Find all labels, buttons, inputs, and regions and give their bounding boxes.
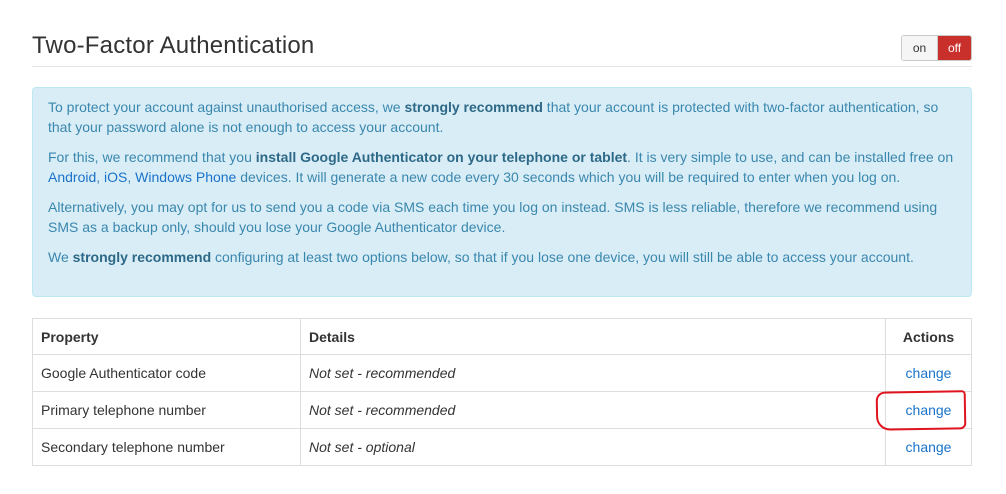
property-cell: Secondary telephone number xyxy=(32,428,301,466)
actions-cell: change xyxy=(885,354,972,392)
ios-link[interactable]: iOS xyxy=(104,169,127,185)
emphasis: install Google Authenticator on your tel… xyxy=(255,149,628,165)
toggle-off-button[interactable]: off xyxy=(938,36,971,60)
property-cell: Google Authenticator code xyxy=(32,354,301,392)
page-header: Two-Factor Authentication on off xyxy=(32,30,972,67)
change-secondary-phone-link[interactable]: change xyxy=(906,439,952,455)
table-header-row: Property Details Actions xyxy=(32,318,972,355)
alert-paragraph-2: For this, we recommend that you install … xyxy=(48,147,957,187)
table-row: Secondary telephone number Not set - opt… xyxy=(32,428,972,466)
text: To protect your account against unauthor… xyxy=(48,99,405,115)
android-link[interactable]: Android xyxy=(48,169,96,185)
text: devices. It will generate a new code eve… xyxy=(236,169,901,185)
table-row: Google Authenticator code Not set - reco… xyxy=(32,354,972,392)
text: , xyxy=(127,169,136,185)
windows-phone-link[interactable]: Windows Phone xyxy=(135,169,236,185)
header-actions: Actions xyxy=(885,318,972,355)
change-primary-phone-link[interactable]: change xyxy=(906,402,952,418)
two-factor-toggle[interactable]: on off xyxy=(901,35,972,61)
text: , xyxy=(96,169,105,185)
text: . It is very simple to use, and can be i… xyxy=(627,149,954,165)
text: For this, we recommend that you xyxy=(48,149,256,165)
properties-table: Property Details Actions Google Authenti… xyxy=(32,318,972,466)
change-authenticator-link[interactable]: change xyxy=(906,365,952,381)
details-cell: Not set - optional xyxy=(300,428,886,466)
page-title: Two-Factor Authentication xyxy=(32,32,315,59)
toggle-on-button[interactable]: on xyxy=(902,36,938,60)
details-cell: Not set - recommended xyxy=(300,354,886,392)
table-row: Primary telephone number Not set - recom… xyxy=(32,391,972,429)
info-alert: To protect your account against unauthor… xyxy=(32,87,972,297)
text: We xyxy=(48,249,73,265)
alert-paragraph-1: To protect your account against unauthor… xyxy=(48,97,957,137)
two-factor-page: Two-Factor Authentication on off To prot… xyxy=(0,0,1006,494)
emphasis: strongly recommend xyxy=(72,249,212,265)
emphasis: strongly recommend xyxy=(404,99,543,115)
property-cell: Primary telephone number xyxy=(32,391,301,429)
actions-cell: change xyxy=(885,428,972,466)
actions-cell: change xyxy=(885,391,972,429)
alert-paragraph-3: Alternatively, you may opt for us to sen… xyxy=(48,199,938,235)
header-details: Details xyxy=(300,318,886,355)
text: configuring at least two options below, … xyxy=(211,249,914,265)
header-property: Property xyxy=(32,318,301,355)
alert-paragraph-4: We strongly recommend configuring at lea… xyxy=(48,247,957,267)
details-cell: Not set - recommended xyxy=(300,391,886,429)
